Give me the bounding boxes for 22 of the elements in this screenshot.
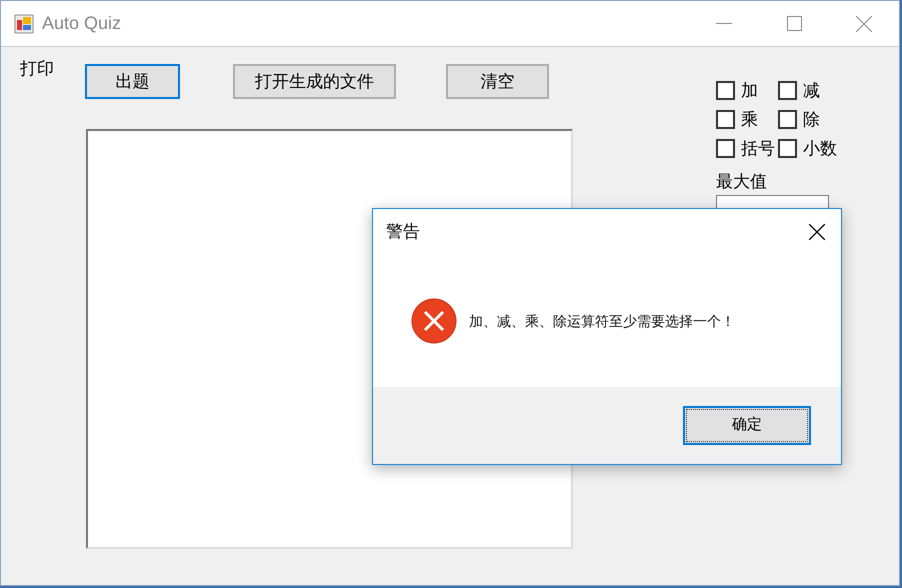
checkbox[interactable]: 乘 — [716, 105, 778, 134]
minimize-icon — [716, 22, 732, 24]
menu-item[interactable]: 打印 — [20, 56, 54, 82]
checkbox[interactable]: 减 — [778, 76, 840, 105]
app-icon — [14, 14, 34, 34]
window-title: Auto Quiz — [42, 12, 122, 35]
dialog-message: 加、减、乘、除运算符至少需要选择一个！ — [469, 312, 735, 330]
maximize-icon — [786, 16, 802, 31]
checkbox[interactable]: 括号 — [716, 134, 778, 163]
close-icon — [856, 16, 872, 32]
action-button[interactable]: 清空 — [446, 64, 549, 99]
checkbox[interactable]: 小数 — [778, 134, 840, 163]
close-icon — [809, 224, 825, 240]
checkbox[interactable]: 除 — [778, 105, 840, 134]
dialog-title: 警告 — [386, 221, 420, 244]
action-button[interactable]: 打开生成的文件 — [233, 64, 396, 99]
ok-button[interactable]: 确定 — [683, 406, 811, 445]
max-value-label: 最大值 — [716, 171, 768, 193]
checkbox[interactable]: 加 — [716, 76, 778, 105]
error-icon — [411, 298, 457, 344]
close-button[interactable] — [807, 222, 827, 242]
action-button[interactable]: 出题 — [85, 64, 180, 99]
